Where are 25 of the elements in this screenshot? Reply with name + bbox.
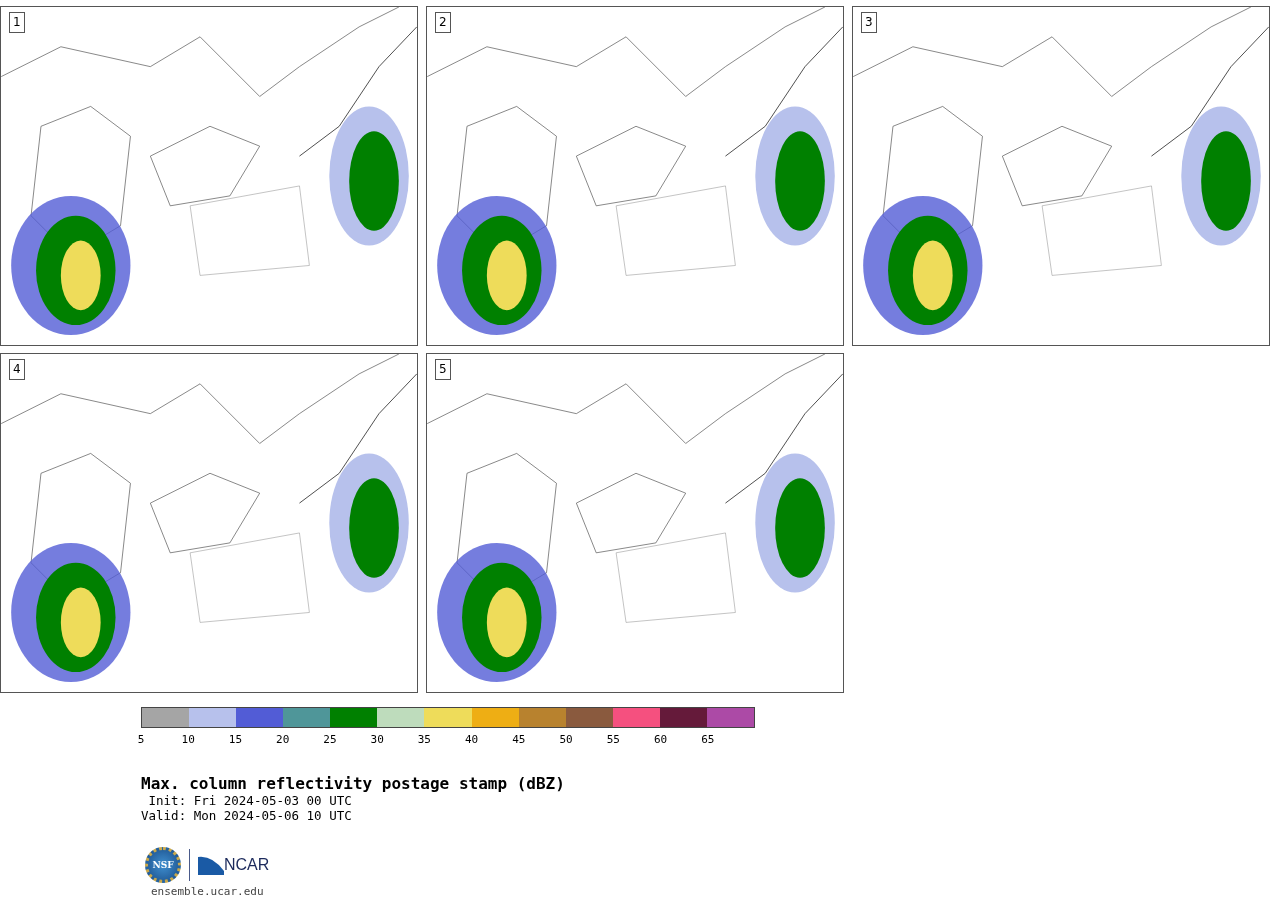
tick-label: 65 bbox=[701, 733, 715, 746]
tick-label: 60 bbox=[653, 733, 668, 746]
panel-number: 3 bbox=[861, 12, 877, 33]
tick-label: 40 bbox=[465, 733, 479, 746]
tick-label: 55 bbox=[606, 733, 620, 746]
website-url: ensemble.ucar.edu bbox=[151, 885, 265, 898]
chart-title: Max. column reflectivity postage stamp (dBZ) bbox=[141, 774, 566, 793]
valid-time: Valid: Mon 2024-05-06 10 UTC bbox=[141, 808, 353, 823]
tick-label: 35 bbox=[417, 733, 431, 746]
tick-label: 5 bbox=[137, 733, 145, 746]
nsf-logo: NSF bbox=[145, 847, 181, 883]
panel-number: 5 bbox=[435, 359, 451, 380]
tick-label: 50 bbox=[559, 733, 573, 746]
ncar-logo: NCAR bbox=[224, 856, 270, 874]
tick-label: 20 bbox=[276, 733, 290, 746]
swoosh-icon bbox=[198, 855, 224, 875]
tick-label: 25 bbox=[323, 733, 337, 746]
panel-number: 1 bbox=[9, 12, 25, 33]
tick-label: 10 bbox=[181, 733, 195, 746]
tick-label: 45 bbox=[512, 733, 526, 746]
init-time: Init: Fri 2024-05-03 00 UTC bbox=[147, 793, 353, 808]
panel-number: 4 bbox=[9, 359, 25, 380]
tick-label: 30 bbox=[370, 733, 384, 746]
panel-number: 2 bbox=[435, 12, 451, 33]
tick-label: 15 bbox=[228, 733, 243, 746]
